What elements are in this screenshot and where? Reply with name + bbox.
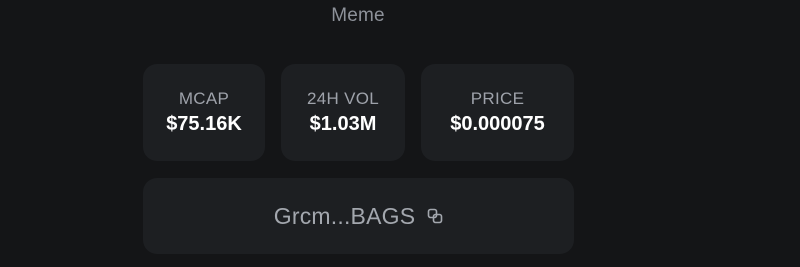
copy-icon[interactable] <box>427 208 443 224</box>
stat-label-price: PRICE <box>470 89 525 108</box>
stat-value-mcap: $75.16K <box>166 113 242 135</box>
contract-address-button[interactable]: Grcm...BAGS <box>143 178 574 254</box>
contract-address: Grcm...BAGS <box>273 202 416 229</box>
stat-value-volume: $1.03M <box>309 113 377 135</box>
stat-card-mcap: MCAP $75.16K <box>143 64 265 161</box>
stat-label-mcap: MCAP <box>178 89 230 108</box>
stat-card-volume: 24H VOL $1.03M <box>281 64 405 161</box>
stat-value-price: $0.000075 <box>450 113 545 135</box>
stat-label-volume: 24H VOL <box>306 89 380 108</box>
token-stats: MCAP $75.16K 24H VOL $1.03M PRICE $0.000… <box>143 64 574 161</box>
stat-card-price: PRICE $0.000075 <box>421 64 574 161</box>
token-category: Meme <box>331 5 385 26</box>
